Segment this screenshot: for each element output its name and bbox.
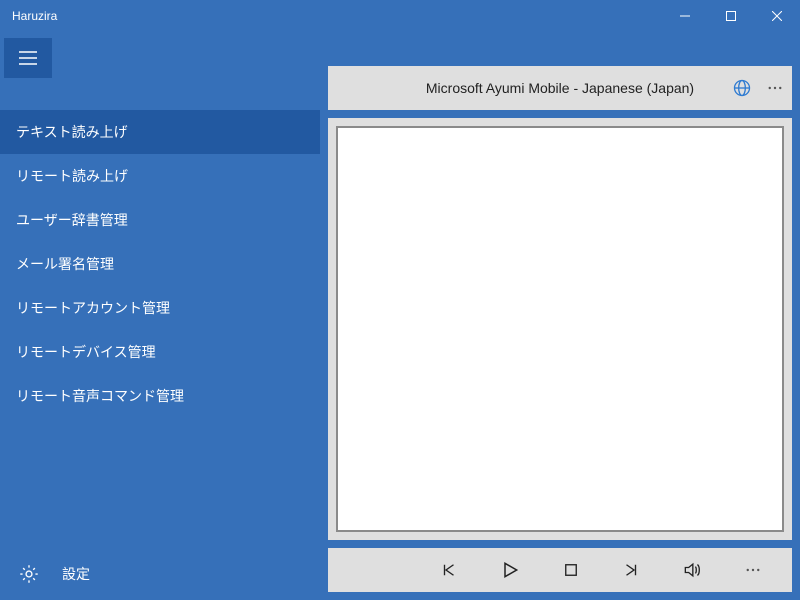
text-area-border — [336, 126, 784, 532]
playback-bar — [328, 548, 792, 592]
nav-item-text-to-speech[interactable]: テキスト読み上げ — [0, 110, 320, 154]
nav-item-label: テキスト読み上げ — [16, 122, 128, 142]
globe-icon[interactable] — [732, 78, 752, 98]
settings-label[interactable]: 設定 — [62, 564, 90, 584]
play-icon[interactable] — [500, 560, 520, 580]
skip-forward-icon[interactable] — [622, 561, 640, 579]
window-title: Haruzira — [12, 9, 57, 23]
volume-icon[interactable] — [682, 560, 702, 580]
minimize-button[interactable] — [662, 0, 708, 32]
nav-item-user-dictionary[interactable]: ユーザー辞書管理 — [0, 198, 320, 242]
stop-icon[interactable] — [562, 561, 580, 579]
hamburger-button[interactable] — [4, 38, 52, 78]
nav-list: テキスト読み上げ リモート読み上げ ユーザー辞書管理 メール署名管理 リモートア… — [0, 110, 320, 548]
text-area-container — [328, 118, 792, 540]
nav-item-remote-speech[interactable]: リモート読み上げ — [0, 154, 320, 198]
close-button[interactable] — [754, 0, 800, 32]
nav-item-remote-voice-command[interactable]: リモート音声コマンド管理 — [0, 374, 320, 418]
sidebar-footer: 設定 — [0, 548, 320, 600]
voice-label: Microsoft Ayumi Mobile - Japanese (Japan… — [426, 80, 694, 96]
nav-item-label: ユーザー辞書管理 — [16, 210, 128, 230]
nav-item-remote-account[interactable]: リモートアカウント管理 — [0, 286, 320, 330]
window-controls — [662, 0, 800, 32]
gear-icon[interactable] — [18, 563, 40, 585]
hamburger-icon — [19, 51, 37, 65]
maximize-button[interactable] — [708, 0, 754, 32]
more-playback-icon[interactable] — [744, 561, 762, 579]
nav-item-mail-signature[interactable]: メール署名管理 — [0, 242, 320, 286]
skip-back-icon[interactable] — [440, 561, 458, 579]
nav-item-label: リモート音声コマンド管理 — [16, 386, 184, 406]
nav-item-label: リモートアカウント管理 — [16, 298, 170, 318]
nav-item-remote-device[interactable]: リモートデバイス管理 — [0, 330, 320, 374]
voice-bar: Microsoft Ayumi Mobile - Japanese (Japan… — [328, 66, 792, 110]
main-pane: Microsoft Ayumi Mobile - Japanese (Japan… — [320, 32, 800, 600]
sidebar: テキスト読み上げ リモート読み上げ ユーザー辞書管理 メール署名管理 リモートア… — [0, 32, 320, 600]
nav-item-label: リモート読み上げ — [16, 166, 128, 186]
more-icon[interactable] — [766, 79, 784, 97]
titlebar: Haruzira — [0, 0, 800, 32]
text-input[interactable] — [340, 130, 780, 528]
nav-item-label: メール署名管理 — [16, 254, 114, 274]
nav-item-label: リモートデバイス管理 — [16, 342, 156, 362]
